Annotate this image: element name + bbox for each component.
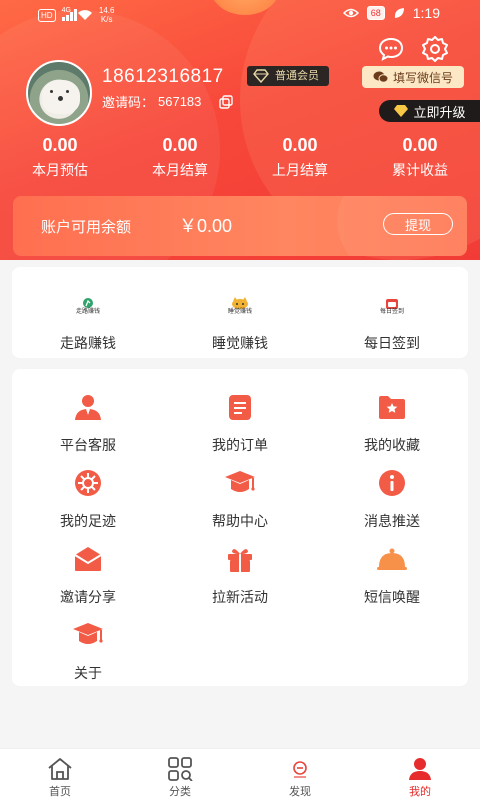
about-icon [73, 623, 103, 644]
menu-footprint[interactable]: 我的足迹 [12, 465, 164, 531]
home-icon [48, 758, 72, 780]
discover-icon [293, 761, 307, 778]
stat-value: 0.00 [282, 135, 318, 155]
invite-icon [74, 547, 102, 571]
stat-this-month-estimate[interactable]: 0.00 本月预估 [0, 132, 120, 180]
fill-wechat-button[interactable]: 填写微信号 [362, 66, 464, 88]
tab-discover[interactable]: 发现 [240, 749, 360, 800]
menu-customer-service[interactable]: 平台客服 [12, 389, 164, 455]
stat-label: 本月预估 [32, 162, 88, 178]
signal-type: 4G [61, 6, 71, 14]
copy-icon[interactable] [219, 94, 234, 109]
invite-code-row: 邀请码： 567183 [102, 92, 234, 111]
bottom-tab-bar: 首页 分类 发现 我的 [0, 748, 480, 800]
balance-label: 账户可用余额 [41, 219, 132, 236]
info-icon [379, 470, 405, 496]
stat-total-income[interactable]: 0.00 累计收益 [360, 132, 480, 180]
task-walk[interactable]: 走路赚钱 走路赚钱 [12, 287, 164, 353]
menu-label: 关于 [74, 665, 102, 681]
help-icon [225, 471, 255, 492]
upgrade-label: 立即升级 [413, 104, 466, 120]
order-icon [229, 395, 251, 420]
stat-value: 0.00 [402, 135, 438, 155]
tab-category[interactable]: 分类 [120, 749, 240, 800]
category-icon [168, 757, 193, 781]
customer-service-icon [75, 395, 101, 420]
bell-icon [377, 548, 407, 570]
task-checkin[interactable]: 每日签到 每日签到 [316, 287, 468, 353]
walking-icon: 走路赚钱 [71, 294, 105, 316]
tab-label: 首页 [49, 786, 71, 798]
profile-icon [409, 758, 431, 780]
avatar[interactable] [26, 60, 92, 126]
diamond-icon [394, 105, 409, 117]
chat-bubble-icon [378, 37, 404, 61]
stat-value: 0.00 [42, 135, 78, 155]
battery-indicator: 68 [366, 6, 385, 20]
menu-label: 邀请分享 [60, 589, 116, 605]
menu-messages[interactable]: 消息推送 [316, 465, 468, 531]
menu-label: 短信唤醒 [364, 589, 420, 605]
menu-help[interactable]: 帮助中心 [164, 465, 316, 531]
message-button[interactable] [378, 36, 404, 62]
menu-invite[interactable]: 邀请分享 [12, 541, 164, 607]
user-phone: 18612316817 [102, 66, 224, 87]
gift-icon [228, 549, 252, 572]
menu-about[interactable]: 关于 [12, 617, 164, 683]
upgrade-button[interactable]: 立即升级 [379, 100, 480, 122]
earn-tasks-card: 走路赚钱 走路赚钱 睡觉赚钱 睡觉赚钱 每日签到 每日签到 [12, 267, 468, 358]
wechat-icon [373, 71, 389, 83]
tab-profile[interactable]: 我的 [360, 749, 480, 800]
task-label: 睡觉赚钱 [212, 335, 268, 351]
menu-label: 拉新活动 [212, 589, 268, 605]
member-level-badge[interactable]: 普通会员 [247, 66, 329, 86]
menu-favorites[interactable]: 我的收藏 [316, 389, 468, 455]
clock: 1:19 [412, 5, 440, 21]
wifi-icon [77, 10, 92, 20]
invite-code: 567183 [158, 94, 202, 109]
stat-last-month-settled[interactable]: 0.00 上月结算 [240, 132, 360, 180]
menu-card: 平台客服 我的订单 我的收藏 我的足迹 帮助中心 消息推送 邀请分享 拉新活动 … [12, 369, 468, 686]
stat-this-month-settled[interactable]: 0.00 本月结算 [120, 132, 240, 180]
member-level-label: 普通会员 [275, 70, 319, 82]
favorites-icon [379, 396, 405, 419]
menu-label: 我的收藏 [364, 437, 420, 453]
balance-card: 账户可用余额 ￥0.00 提现 [13, 196, 467, 256]
status-bar: HD 4G 14.6 K/s 68 1:19 [0, 0, 480, 28]
menu-label: 平台客服 [60, 437, 116, 453]
menu-label: 消息推送 [364, 513, 420, 529]
menu-label: 我的足迹 [60, 513, 116, 529]
stat-label: 上月结算 [272, 162, 328, 178]
stat-label: 本月结算 [152, 162, 208, 178]
gear-icon [422, 36, 448, 62]
tab-label: 我的 [409, 786, 431, 798]
invite-label: 邀请码： [102, 95, 155, 110]
stat-value: 0.00 [162, 135, 198, 155]
task-label: 走路赚钱 [60, 335, 116, 351]
tab-home[interactable]: 首页 [0, 749, 120, 800]
diamond-icon [253, 69, 269, 83]
hd-badge: HD [38, 8, 56, 22]
stat-label: 累计收益 [392, 162, 448, 178]
menu-label: 我的订单 [212, 437, 268, 453]
leaf-icon [394, 8, 404, 18]
task-sleep[interactable]: 睡觉赚钱 睡觉赚钱 [164, 287, 316, 353]
eye-icon [342, 8, 359, 18]
tab-label: 分类 [169, 786, 191, 798]
tab-label: 发现 [289, 786, 311, 798]
menu-label: 帮助中心 [212, 513, 268, 529]
footprint-icon [75, 470, 101, 496]
task-label: 每日签到 [364, 335, 420, 351]
checkin-icon: 每日签到 [375, 294, 409, 316]
withdraw-button[interactable]: 提现 [383, 213, 453, 235]
fill-wechat-label: 填写微信号 [392, 70, 453, 85]
menu-sms-wake[interactable]: 短信唤醒 [316, 541, 468, 607]
sleep-icon: 睡觉赚钱 [223, 294, 257, 316]
earnings-stats: 0.00 本月预估 0.00 本月结算 0.00 上月结算 0.00 累计收益 [0, 132, 480, 180]
settings-button[interactable] [422, 36, 448, 62]
menu-promotion[interactable]: 拉新活动 [164, 541, 316, 607]
menu-orders[interactable]: 我的订单 [164, 389, 316, 455]
net-speed: 14.6 K/s [98, 6, 115, 24]
balance-value: ￥0.00 [179, 216, 233, 236]
